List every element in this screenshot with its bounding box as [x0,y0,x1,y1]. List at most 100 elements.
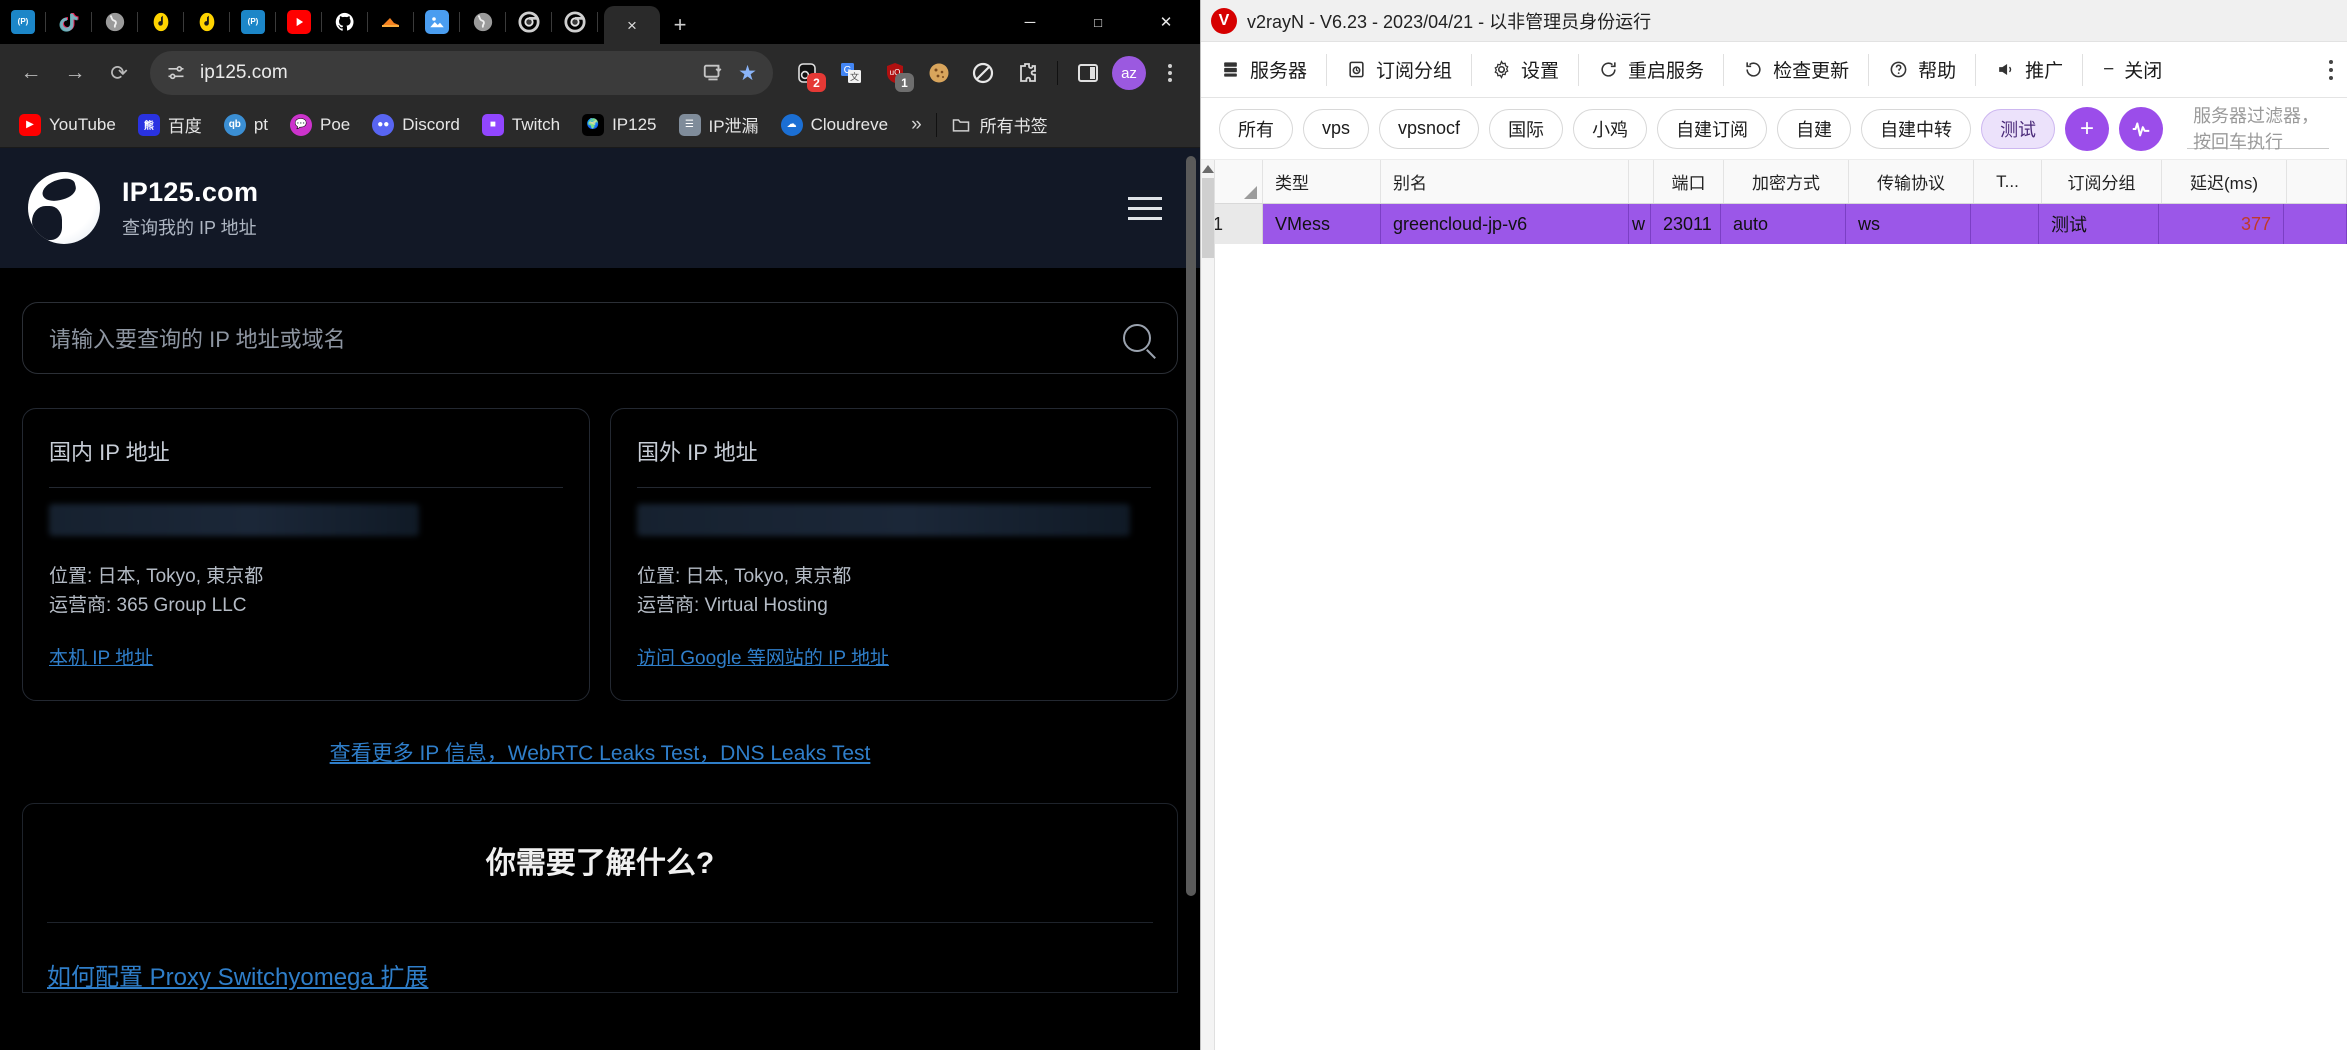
tab-openwrt-1[interactable]: (P) [0,0,46,44]
ext-cookie-editor[interactable] [919,53,959,93]
bookmarks-divider [935,112,937,137]
address-bar[interactable]: ip125.com ★ [150,51,773,95]
column-header-type[interactable]: 类型 [1263,160,1381,203]
bookmark-ip125[interactable]: 🌍 IP125 [573,109,665,141]
bookmark-baidu[interactable]: 熊 百度 [129,107,211,142]
v2rayn-menu-button[interactable] [2329,59,2333,80]
tab-globe-1[interactable] [92,0,138,44]
table-row-scrollbar[interactable] [1201,160,1215,1050]
toolbar-servers[interactable]: 服务器 [1201,50,1328,90]
ext-puzzle-extensions[interactable] [1007,53,1047,93]
tune-icon[interactable] [166,63,186,83]
toolbar-help[interactable]: 帮助 [1869,50,1977,90]
scrollbar-thumb[interactable] [1186,156,1196,896]
filter-chip-xiaoji[interactable]: 小鸡 [1573,108,1648,149]
toolbar-label: 重启服务 [1628,61,1705,82]
column-header-flag[interactable] [1629,160,1654,203]
bookmark-label: Discord [402,114,460,134]
tab-image[interactable] [414,0,460,44]
tab-tiktok[interactable] [46,0,92,44]
divider [637,487,1151,488]
foreign-ip-card: 国外 IP 地址 位置: 日本, Tokyo, 東京都 运营商: Virtual… [610,408,1178,701]
filter-chip-all[interactable]: 所有 [1219,108,1293,149]
bookmark-label: Cloudreve [810,114,889,134]
toolbar-promotion[interactable]: 推广 [1976,50,2084,90]
toolbar-subscriptions[interactable]: 订阅分组 [1327,50,1473,90]
tab-chrome-2[interactable] [552,0,598,44]
ext-blocker[interactable] [963,53,1003,93]
column-header-transport[interactable]: 传输协议 [1849,160,1974,203]
hamburger-icon[interactable] [1118,187,1172,230]
close-icon[interactable]: × [627,17,637,34]
tab-globe-2[interactable] [460,0,506,44]
tab-youtube[interactable] [276,0,322,44]
ext-ublock-origin[interactable]: uO 1 [875,53,915,93]
bookmarks-bar: ▶ YouTube 熊 百度 qb pt 💬 Poe ●● Discord ■ … [0,102,1200,148]
tab-chrome-1[interactable] [506,0,552,44]
filter-chip-vps[interactable]: vps [1303,108,1370,149]
toolbar-restart-service[interactable]: 重启服务 [1579,50,1725,90]
local-ip-link[interactable]: 本机 IP 地址 [49,643,563,670]
location-text: 位置: 日本, Tokyo, 東京都 [637,566,852,587]
tab-github[interactable] [322,0,368,44]
chrome-icon [518,11,540,33]
google-ip-link[interactable]: 访问 Google 等网站的 IP 地址 [637,643,1151,670]
page-scrollbar[interactable] [1186,148,1196,1050]
back-button[interactable]: ← [10,52,52,94]
add-server-button[interactable]: + [2065,106,2110,151]
bookmark-cloudreve[interactable]: ☁ Cloudreve [772,109,898,141]
speedtest-button[interactable] [2119,106,2164,151]
bookmark-youtube[interactable]: ▶ YouTube [10,109,125,141]
close-window-button[interactable]: ✕ [1132,0,1200,44]
maximize-button[interactable]: □ [1064,0,1132,44]
tab-music-1[interactable] [138,0,184,44]
chrome-menu-button[interactable] [1150,53,1190,93]
bookmark-discord[interactable]: ●● Discord [363,109,469,141]
tab-openwrt-2[interactable]: (P) [230,0,276,44]
filter-chip-self-relay[interactable]: 自建中转 [1861,108,1972,149]
scroll-up-icon[interactable] [1201,165,1214,173]
new-tab-button[interactable]: + [660,6,700,44]
filter-chip-vpsnocf[interactable]: vpsnocf [1379,108,1480,149]
filter-chip-test[interactable]: 测试 [1981,108,2056,149]
table-row[interactable]: 1 VMess greencloud-jp-v6 w 23011 auto ws… [1201,204,2347,244]
magnifier-icon[interactable] [1123,324,1151,352]
bookmark-poe[interactable]: 💬 Poe [281,109,359,141]
column-header-alias[interactable]: 别名 [1381,160,1629,203]
active-tab[interactable]: × [604,6,660,44]
bookmark-pt[interactable]: qb pt [215,109,277,141]
ext-adblock[interactable]: 2 [787,53,827,93]
bookmark-twitch[interactable]: ■ Twitch [473,109,569,141]
bookmark-ip-leak[interactable]: ☰ IP泄漏 [670,107,768,142]
tab-cloudflare[interactable] [368,0,414,44]
side-panel-icon[interactable] [1068,53,1108,93]
bookmark-star-icon[interactable]: ★ [738,61,757,86]
bookmarks-overflow-button[interactable]: » [901,114,932,136]
toolbar-close[interactable]: − 关闭 [2083,50,2182,90]
all-bookmarks-button[interactable]: 所有书签 [941,107,1057,142]
filter-chip-self-subscription[interactable]: 自建订阅 [1657,108,1768,149]
toolbar-check-update[interactable]: 检查更新 [1724,50,1870,90]
more-ip-info-link[interactable]: 查看更多 IP 信息，WebRTC Leaks Test，DNS Leaks T… [330,742,871,765]
filter-chip-self-built[interactable]: 自建 [1777,108,1852,149]
profile-avatar[interactable]: az [1112,56,1146,90]
scrollbar-thumb[interactable] [1201,178,1214,258]
column-header-tls[interactable]: T... [1974,160,2042,203]
column-header-port[interactable]: 端口 [1654,160,1724,203]
server-filter-input[interactable]: 服务器过滤器，按回车执行 [2187,106,2329,152]
install-app-icon[interactable] [702,62,724,84]
toolbar-settings[interactable]: 设置 [1472,50,1580,90]
filter-chip-international[interactable]: 国际 [1489,108,1564,149]
minimize-button[interactable]: ─ [996,0,1064,44]
column-header-extra[interactable] [2287,160,2347,203]
row-transport: ws [1846,204,1971,244]
column-header-encryption[interactable]: 加密方式 [1724,160,1849,203]
ip-search-input[interactable]: 请输入要查询的 IP 地址或域名 [22,302,1178,374]
tab-music-2[interactable] [184,0,230,44]
forward-button[interactable]: → [54,52,96,94]
ext-google-translate[interactable]: G文 [831,53,871,93]
reload-button[interactable]: ⟳ [98,52,140,94]
proxy-switchyomega-link[interactable]: 如何配置 Proxy Switchyomega 扩展 [47,923,1153,992]
column-header-group[interactable]: 订阅分组 [2042,160,2162,203]
column-header-delay[interactable]: 延迟(ms) [2162,160,2287,203]
